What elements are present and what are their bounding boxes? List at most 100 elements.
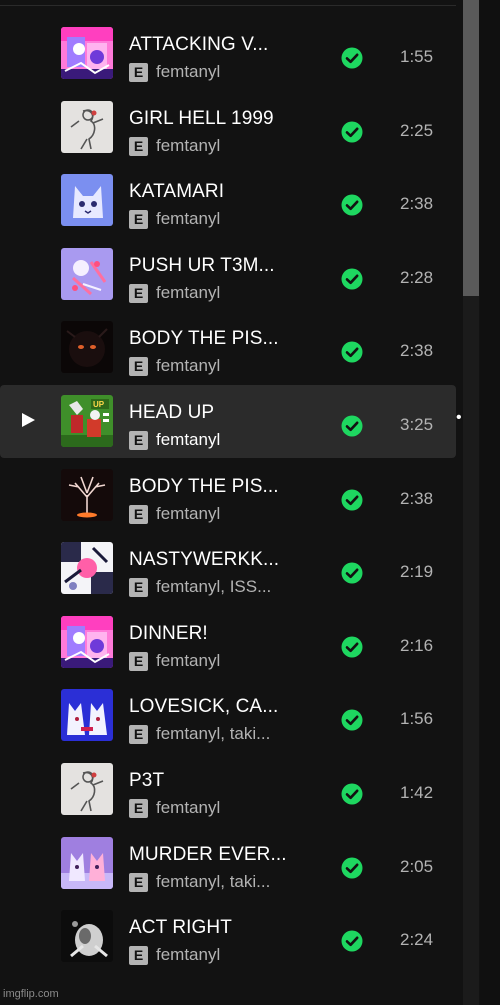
play-icon[interactable] bbox=[22, 413, 35, 427]
album-cover[interactable] bbox=[61, 321, 113, 373]
track-row[interactable]: LOVESICK, CA... E femtanyl, taki... 1:56 bbox=[0, 679, 456, 752]
check-circle-icon bbox=[341, 268, 363, 290]
track-subtitle: E femtanyl bbox=[129, 356, 220, 376]
album-cover[interactable] bbox=[61, 616, 113, 668]
track-subtitle: E femtanyl bbox=[129, 136, 220, 156]
check-circle-icon bbox=[341, 857, 363, 879]
track-row[interactable]: GIRL HELL 1999 E femtanyl 2:25 bbox=[0, 91, 456, 164]
album-cover[interactable] bbox=[61, 248, 113, 300]
track-row[interactable]: PUSH UR T3M... E femtanyl 2:28 bbox=[0, 238, 456, 311]
check-circle-icon bbox=[341, 930, 363, 952]
track-title[interactable]: LOVESICK, CA... bbox=[129, 696, 278, 718]
track-title[interactable]: P3T bbox=[129, 770, 164, 792]
explicit-badge: E bbox=[129, 430, 148, 450]
track-title[interactable]: GIRL HELL 1999 bbox=[129, 108, 274, 130]
track-artist[interactable]: femtanyl bbox=[156, 283, 220, 303]
track-duration: 1:56 bbox=[400, 709, 434, 728]
track-title[interactable]: PUSH UR T3M... bbox=[129, 255, 275, 277]
track-artist[interactable]: femtanyl bbox=[156, 356, 220, 376]
track-row[interactable]: ATTACKING V... E femtanyl 1:55 bbox=[0, 17, 456, 90]
track-artist[interactable]: femtanyl bbox=[156, 136, 220, 156]
track-artist[interactable]: femtanyl bbox=[156, 430, 220, 450]
track-duration: 2:25 bbox=[400, 121, 434, 140]
track-artist[interactable]: femtanyl bbox=[156, 209, 220, 229]
track-artist[interactable]: femtanyl bbox=[156, 945, 220, 965]
check-circle-icon bbox=[341, 562, 363, 584]
explicit-badge: E bbox=[129, 577, 148, 597]
track-subtitle: E femtanyl bbox=[129, 430, 220, 450]
album-cover[interactable] bbox=[61, 689, 113, 741]
track-subtitle: E femtanyl bbox=[129, 945, 220, 965]
explicit-badge: E bbox=[129, 504, 148, 524]
track-row[interactable]: BODY THE PIS... E femtanyl 2:38 bbox=[0, 311, 456, 384]
album-cover[interactable]: UP bbox=[61, 395, 113, 447]
check-circle-icon bbox=[341, 489, 363, 511]
track-duration: 1:42 bbox=[400, 783, 434, 802]
track-duration: 1:55 bbox=[400, 47, 434, 66]
check-circle-icon bbox=[341, 415, 363, 437]
explicit-badge: E bbox=[129, 209, 148, 229]
track-duration: 2:16 bbox=[400, 636, 434, 655]
track-title[interactable]: DINNER! bbox=[129, 623, 208, 645]
track-row-active[interactable]: UP HEAD UP E femtanyl 3:25 bbox=[0, 385, 456, 458]
track-artist[interactable]: femtanyl bbox=[156, 504, 220, 524]
track-row[interactable]: BODY THE PIS... E femtanyl 2:38 bbox=[0, 459, 456, 532]
watermark: imgflip.com bbox=[3, 988, 59, 1000]
check-circle-icon bbox=[341, 47, 363, 69]
track-subtitle: E femtanyl bbox=[129, 504, 220, 524]
album-cover[interactable] bbox=[61, 837, 113, 889]
track-duration: 2:38 bbox=[400, 489, 434, 508]
track-title[interactable]: NASTYWERKK... bbox=[129, 549, 279, 571]
track-title[interactable]: KATAMARI bbox=[129, 181, 224, 203]
track-title[interactable]: BODY THE PIS... bbox=[129, 328, 279, 350]
track-subtitle: E femtanyl, taki... bbox=[129, 724, 270, 744]
track-row[interactable]: NASTYWERKK... E femtanyl, ISS... 2:19 bbox=[0, 532, 456, 605]
album-cover[interactable] bbox=[61, 910, 113, 962]
track-title[interactable]: HEAD UP bbox=[129, 402, 214, 424]
check-circle-icon bbox=[341, 194, 363, 216]
album-cover[interactable] bbox=[61, 469, 113, 521]
svg-text:UP: UP bbox=[93, 400, 105, 409]
track-artist[interactable]: femtanyl bbox=[156, 651, 220, 671]
track-duration: 2:38 bbox=[400, 194, 434, 213]
track-subtitle: E femtanyl bbox=[129, 209, 220, 229]
track-title[interactable]: ATTACKING V... bbox=[129, 34, 268, 56]
track-row[interactable]: MURDER EVER... E femtanyl, taki... 2:05 bbox=[0, 827, 456, 900]
top-divider bbox=[0, 5, 456, 6]
track-row[interactable]: KATAMARI E femtanyl 2:38 bbox=[0, 164, 456, 237]
track-duration: 3:25 bbox=[400, 415, 434, 434]
track-row[interactable]: DINNER! E femtanyl 2:16 bbox=[0, 606, 456, 679]
track-row[interactable]: ACT RIGHT E femtanyl 2:24 bbox=[0, 900, 456, 973]
track-title[interactable]: MURDER EVER... bbox=[129, 844, 287, 866]
explicit-badge: E bbox=[129, 62, 148, 82]
track-artist[interactable]: femtanyl, taki... bbox=[156, 724, 270, 744]
track-subtitle: E femtanyl, taki... bbox=[129, 872, 270, 892]
explicit-badge: E bbox=[129, 283, 148, 303]
album-cover[interactable] bbox=[61, 763, 113, 815]
track-artist[interactable]: femtanyl bbox=[156, 798, 220, 818]
track-duration: 2:28 bbox=[400, 268, 434, 287]
track-artist[interactable]: femtanyl, ISS... bbox=[156, 577, 271, 597]
track-artist[interactable]: femtanyl bbox=[156, 62, 220, 82]
album-cover[interactable] bbox=[61, 174, 113, 226]
track-artist[interactable]: femtanyl, taki... bbox=[156, 872, 270, 892]
check-circle-icon bbox=[341, 636, 363, 658]
track-subtitle: E femtanyl bbox=[129, 283, 220, 303]
track-subtitle: E femtanyl, ISS... bbox=[129, 577, 271, 597]
track-duration: 2:38 bbox=[400, 341, 434, 360]
track-subtitle: E femtanyl bbox=[129, 651, 220, 671]
track-duration: 2:24 bbox=[400, 930, 434, 949]
track-title[interactable]: ACT RIGHT bbox=[129, 917, 232, 939]
explicit-badge: E bbox=[129, 356, 148, 376]
album-cover[interactable] bbox=[61, 101, 113, 153]
album-cover[interactable] bbox=[61, 27, 113, 79]
track-title[interactable]: BODY THE PIS... bbox=[129, 476, 279, 498]
explicit-badge: E bbox=[129, 136, 148, 156]
track-row[interactable]: P3T E femtanyl 1:42 bbox=[0, 753, 456, 826]
explicit-badge: E bbox=[129, 945, 148, 965]
track-subtitle: E femtanyl bbox=[129, 798, 220, 818]
explicit-badge: E bbox=[129, 872, 148, 892]
scrollbar-thumb[interactable] bbox=[463, 0, 479, 296]
window-edge bbox=[480, 0, 500, 1005]
album-cover[interactable] bbox=[61, 542, 113, 594]
